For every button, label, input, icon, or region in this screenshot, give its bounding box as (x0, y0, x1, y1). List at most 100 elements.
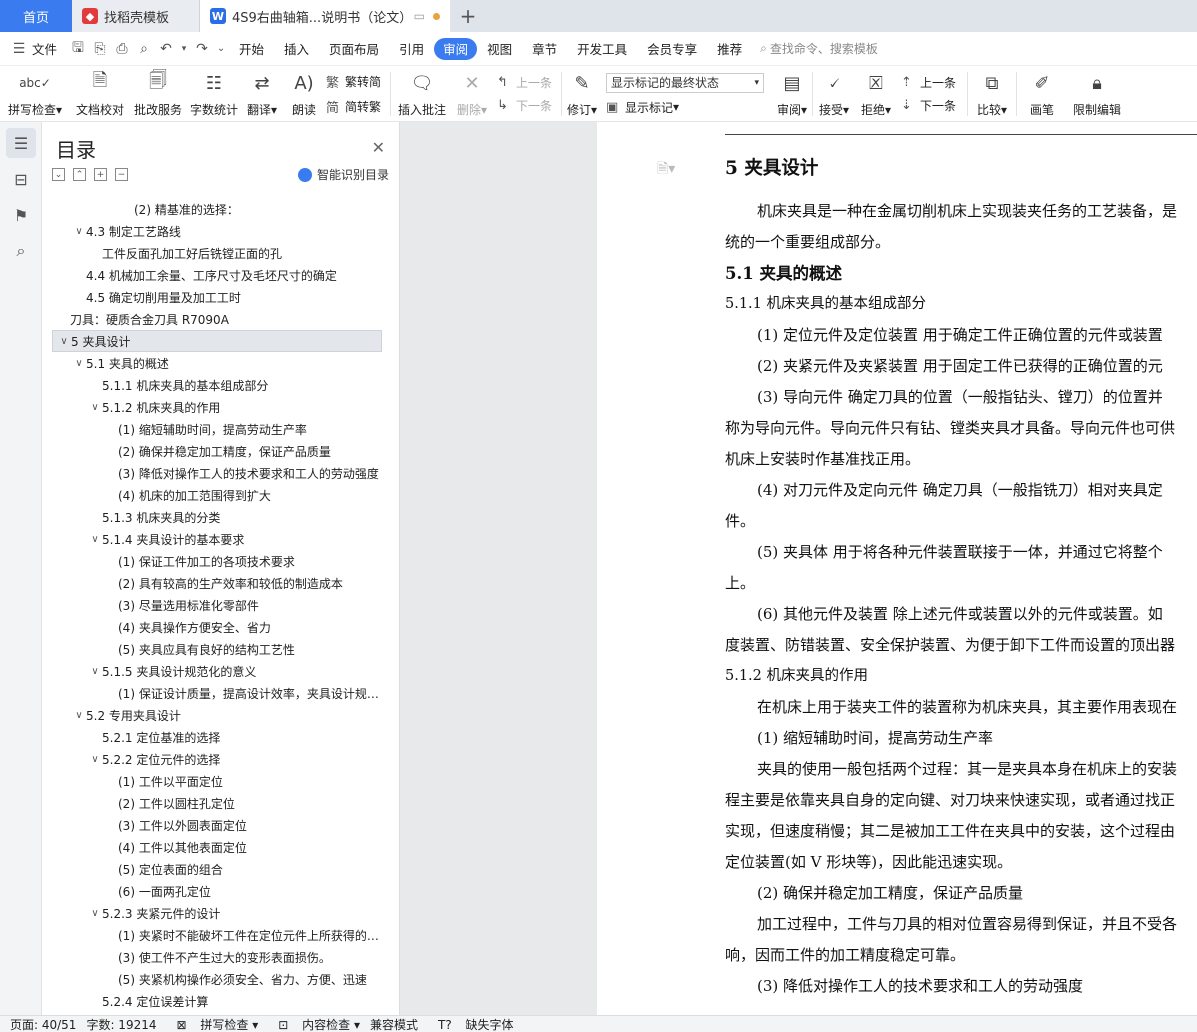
status-content-check[interactable]: ⊡ 内容检查 ▾ (268, 1016, 360, 1032)
accept-button[interactable]: 🗸 接受▾ (813, 66, 855, 122)
print-preview-icon[interactable]: ⌕ (133, 38, 155, 60)
chevron-down-icon[interactable]: ∨ (72, 710, 86, 721)
menu-developer[interactable]: 开发工具 (567, 38, 637, 60)
redo-icon[interactable]: ↷ (191, 38, 213, 60)
add-heading-icon[interactable]: + (94, 168, 107, 181)
screen-icon[interactable]: ▭ (414, 9, 425, 23)
document-page[interactable]: 🗎▾ 5 夹具设计 机床夹具是一种在金属切削机床上实现装夹任务的工艺装备，是 统的一… (597, 122, 1197, 1015)
missing-font-indicator[interactable]: T? 缺失字体 (428, 1016, 514, 1032)
delete-comment-button[interactable]: ✕ 删除▾ (453, 66, 491, 122)
review-pane-button[interactable]: ▤ 审阅▾ (772, 66, 812, 122)
toc-item[interactable]: (5) 定位表面的组合 (52, 858, 382, 880)
tab-docer-templates[interactable]: ◆ 找稻壳模板 (72, 0, 200, 32)
chevron-down-icon[interactable]: ∨ (72, 226, 86, 237)
toc-item[interactable]: ∨ 5.2.3 夹紧元件的设计 (52, 902, 382, 924)
expand-up-icon[interactable]: ⌃ (73, 168, 86, 181)
toc-item[interactable]: ∨ 5 夹具设计 (52, 330, 382, 352)
spell-check-button[interactable]: abc✓ 拼写检查▾ (0, 66, 70, 122)
toc-item[interactable]: (1) 保证工件加工的各项技术要求 (52, 550, 382, 572)
toc-item[interactable]: 5.2.4 定位误差计算 (52, 990, 382, 1010)
export-icon[interactable]: ⎘ (89, 38, 111, 60)
more-icon[interactable]: ⌄ (213, 38, 229, 60)
track-changes-button[interactable]: ✎ 修订▾ (562, 66, 602, 122)
toc-item[interactable]: ∨ 5.1.4 夹具设计的基本要求 (52, 528, 382, 550)
toc-item[interactable]: (3) 工件以外圆表面定位 (52, 814, 382, 836)
prev-revision-button[interactable]: ⇡ 上一条 (901, 74, 967, 91)
toc-item[interactable]: (1) 缩短辅助时间，提高劳动生产率 (52, 418, 382, 440)
collapse-all-icon[interactable]: ⌄ (52, 168, 65, 181)
toc-item[interactable]: (5) 夹具应具有良好的结构工艺性 (52, 638, 382, 660)
menu-recommend[interactable]: 推荐 (707, 38, 752, 60)
chevron-down-icon[interactable]: ∨ (88, 908, 102, 919)
chevron-down-icon[interactable]: ∨ (72, 358, 86, 369)
undo-dropdown-icon[interactable]: ▾ (177, 38, 191, 60)
toc-item[interactable]: 5.1.1 机床夹具的基本组成部分 (52, 374, 382, 396)
bookmark-icon[interactable]: ⚑ (6, 200, 36, 230)
toc-item[interactable]: (1) 保证设计质量，提高设计效率，夹具设计规范化 (52, 682, 382, 704)
chapter-nav-icon[interactable]: ⊟ (6, 164, 36, 194)
toc-item[interactable]: (4) 工件以其他表面定位 (52, 836, 382, 858)
show-markup-button[interactable]: ▣ 显示标记 ▾ (606, 99, 772, 116)
toc-item[interactable]: (4) 机床的加工范围得到扩大 (52, 484, 382, 506)
chevron-down-icon[interactable]: ∨ (88, 402, 102, 413)
toc-item[interactable]: (3) 尽量选用标准化零部件 (52, 594, 382, 616)
toc-item[interactable]: (5) 夹紧机构操作必须安全、省力、方便、迅速 (52, 968, 382, 990)
menu-view[interactable]: 视图 (477, 38, 522, 60)
toc-item[interactable]: ∨ 4.3 制定工艺路线 (52, 220, 382, 242)
chevron-down-icon[interactable]: ∨ (88, 754, 102, 765)
next-revision-button[interactable]: ⇣ 下一条 (901, 97, 967, 114)
menu-layout[interactable]: 页面布局 (319, 38, 389, 60)
batch-service-button[interactable]: 🗐 批改服务 (130, 66, 186, 122)
command-search[interactable]: ⌕ 查找命令、搜索模板 (760, 40, 878, 57)
document-body[interactable]: 5 夹具设计 机床夹具是一种在金属切削机床上实现装夹任务的工艺装备，是 统的一个重要… (725, 152, 1197, 1002)
close-icon[interactable]: ✕ (372, 138, 385, 157)
toc-item[interactable]: (3) 降低对操作工人的技术要求和工人的劳动强度 (52, 462, 382, 484)
toc-item[interactable]: (6) 一面两孔定位 (52, 880, 382, 902)
next-comment-button[interactable]: ↳ 下一条 (497, 97, 561, 114)
toc-item[interactable]: (2) 工件以圆柱孔定位 (52, 792, 382, 814)
menu-start[interactable]: 开始 (229, 38, 274, 60)
tab-home[interactable]: 首页 (0, 0, 72, 32)
toc-item[interactable]: 4.4 机械加工余量、工序尺寸及毛坯尺寸的确定 (52, 264, 382, 286)
menu-insert[interactable]: 插入 (274, 38, 319, 60)
toc-item[interactable]: 5.2.1 定位基准的选择 (52, 726, 382, 748)
compare-button[interactable]: ⧉ 比较▾ (968, 66, 1016, 122)
insert-comment-button[interactable]: 🗨 插入批注 (391, 66, 453, 122)
toc-item[interactable]: 工件反面孔加工好后铣镗正面的孔 (52, 242, 382, 264)
remove-heading-icon[interactable]: − (115, 168, 128, 181)
chevron-down-icon[interactable]: ∨ (88, 534, 102, 545)
word-count-button[interactable]: ☷ 字数统计 (186, 66, 242, 122)
read-aloud-button[interactable]: A) 朗读 (282, 66, 326, 122)
tab-document[interactable]: W 4S9右曲轴箱...说明书（论文） ▭ (200, 0, 450, 32)
menu-reference[interactable]: 引用 (389, 38, 434, 60)
menu-member[interactable]: 会员专享 (637, 38, 707, 60)
toc-item[interactable]: (2) 确保并稳定加工精度，保证产品质量 (52, 440, 382, 462)
toc-item[interactable]: ∨ 5.1 夹具的概述 (52, 352, 382, 374)
hamburger-icon[interactable]: ☰ (8, 38, 30, 60)
paragraph-menu-icon[interactable]: 🗎▾ (657, 158, 675, 182)
find-icon[interactable]: ⌕ (6, 236, 36, 266)
status-spell-check[interactable]: ⊠ 拼写检查 ▾ (167, 1016, 259, 1032)
menu-review[interactable]: 审阅 (434, 37, 478, 60)
translate-button[interactable]: ⇄ 翻译▾ (242, 66, 282, 122)
print-icon[interactable]: ⎙ (111, 38, 133, 60)
reject-button[interactable]: 🗵 拒绝▾ (855, 66, 897, 122)
toc-item[interactable]: (3) 使工件不产生过大的变形表面损伤。 (52, 946, 382, 968)
toc-item[interactable]: ∨ 5.1.5 夹具设计规范化的意义 (52, 660, 382, 682)
toc-item[interactable]: ∨ 5.2 专用夹具设计 (52, 704, 382, 726)
save-icon[interactable]: 🖫 (67, 38, 89, 60)
doc-check-button[interactable]: 🗎 文档校对 (70, 66, 130, 122)
menu-chapter[interactable]: 章节 (522, 38, 567, 60)
simp-to-trad-button[interactable]: 简简转繁 (326, 97, 390, 116)
restrict-edit-button[interactable]: 🔒︎ 限制编辑 (1067, 66, 1127, 122)
toc-item[interactable]: 刀具：硬质合金刀具 R7090A (52, 308, 382, 330)
toc-item[interactable]: ∨ 5.1.2 机床夹具的作用 (52, 396, 382, 418)
chevron-down-icon[interactable]: ∨ (88, 666, 102, 677)
prev-comment-button[interactable]: ↰ 上一条 (497, 74, 561, 91)
toc-item[interactable]: ∨ 5.2.2 定位元件的选择 (52, 748, 382, 770)
toc-item[interactable]: 5.1.3 机床夹具的分类 (52, 506, 382, 528)
toc-item[interactable]: 4.5 确定切削用量及加工工时 (52, 286, 382, 308)
toc-item[interactable]: (4) 夹具操作方便安全、省力 (52, 616, 382, 638)
pen-button[interactable]: ✐ 画笔 (1017, 66, 1067, 122)
word-count-indicator[interactable]: 字数: 19214 (86, 1016, 156, 1032)
